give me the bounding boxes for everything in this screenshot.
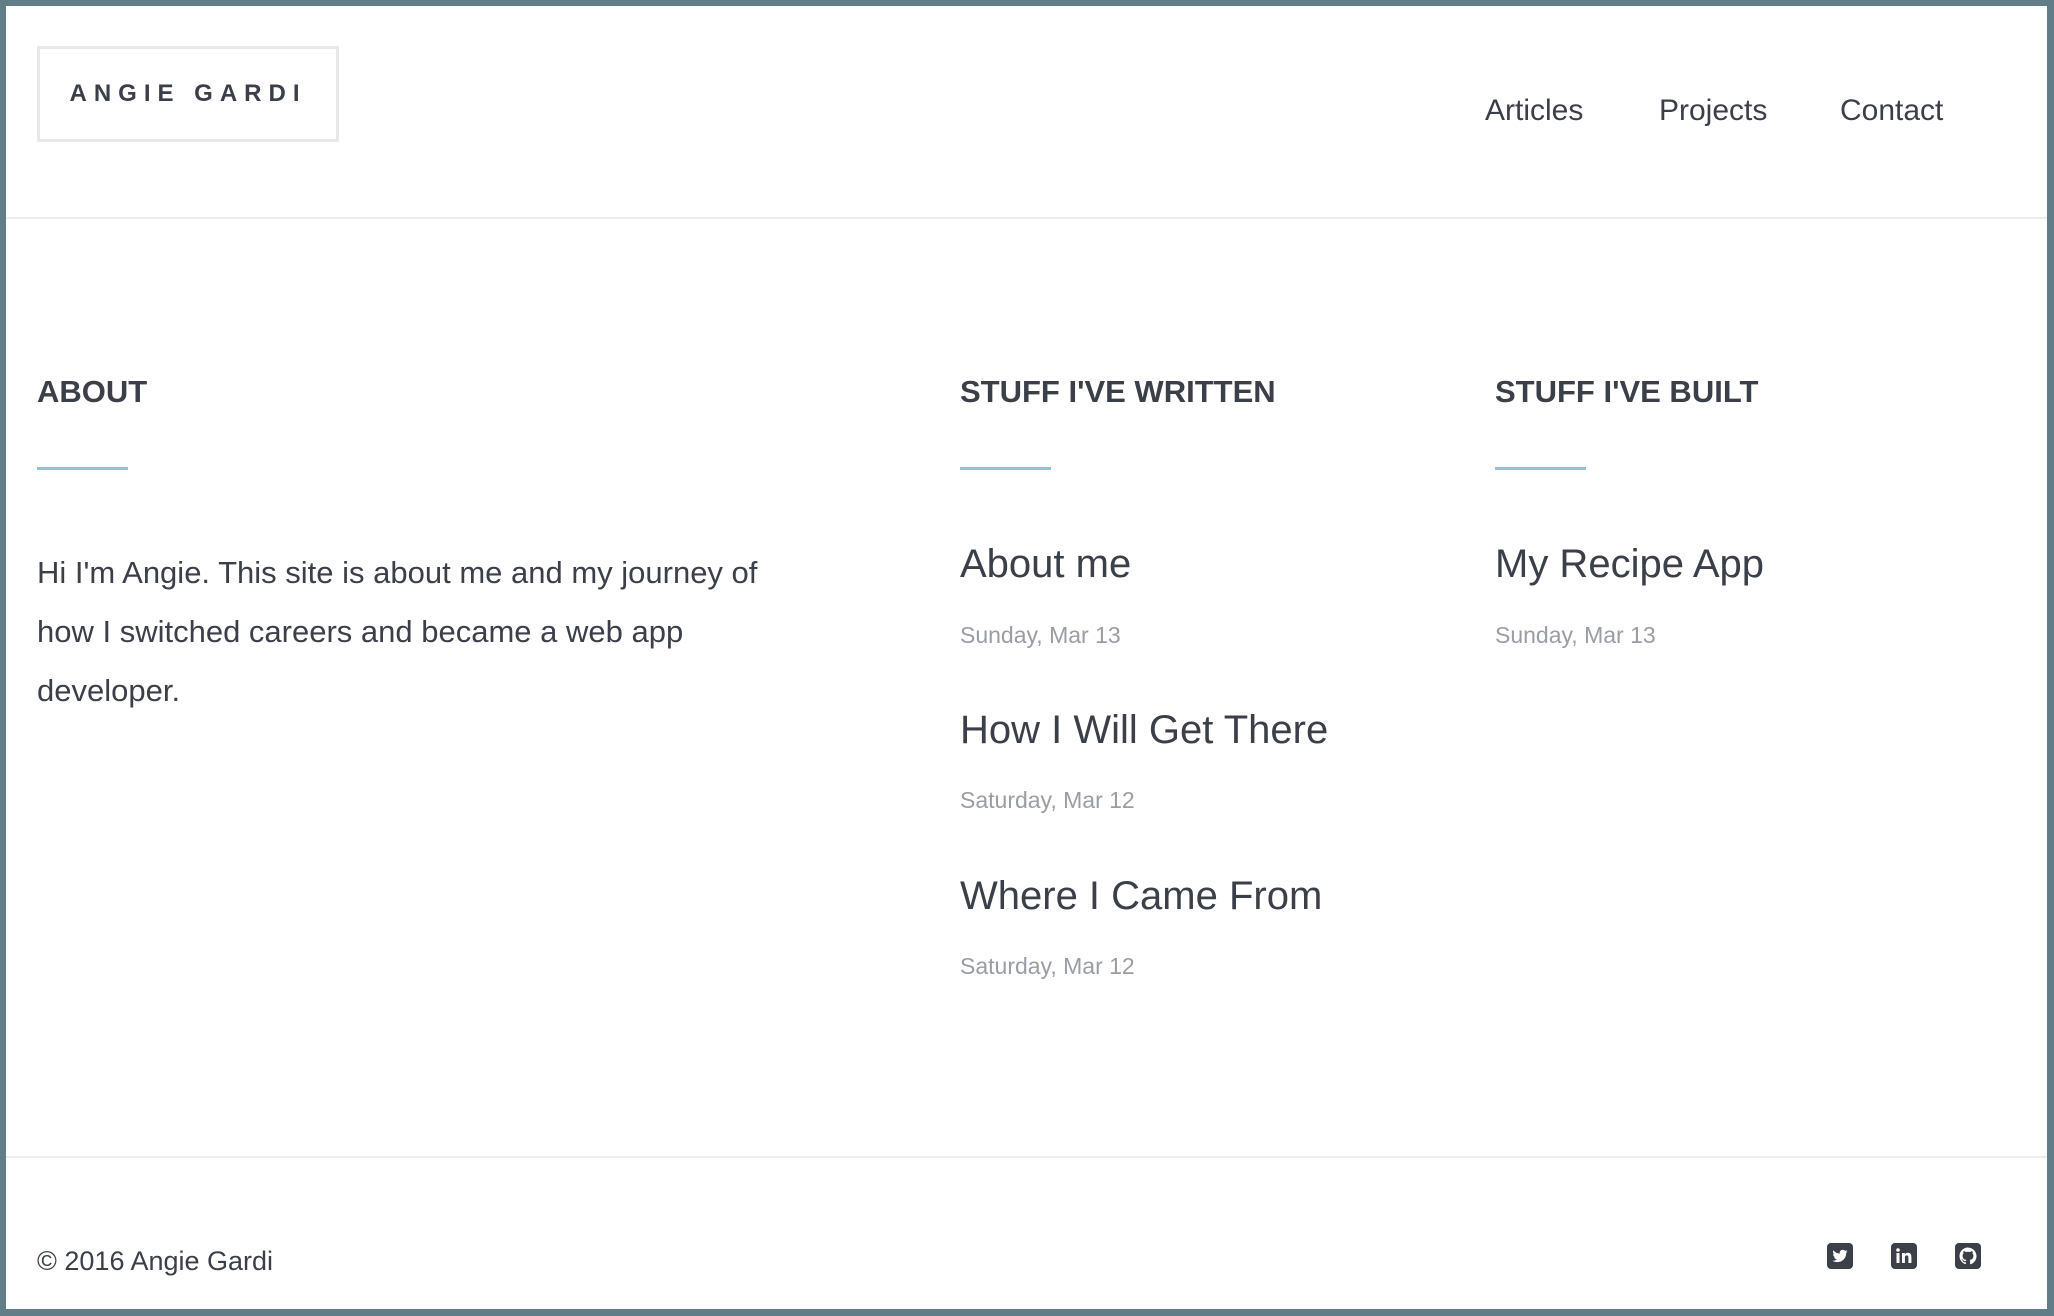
nav-contact[interactable]: Contact (1840, 94, 1943, 128)
written-heading: STUFF I'VE WRITTEN (960, 374, 1276, 409)
article-link[interactable]: About me (960, 542, 1131, 587)
built-heading: STUFF I'VE BUILT (1495, 374, 1759, 409)
built-divider (1495, 467, 1586, 470)
site-footer: © 2016 Angie Gardi (6, 1156, 2047, 1309)
article-link[interactable]: Where I Came From (960, 874, 1322, 919)
article-date: Sunday, Mar 13 (960, 622, 1121, 648)
twitter-icon[interactable] (1827, 1243, 1853, 1269)
written-divider (960, 467, 1051, 470)
project-date: Sunday, Mar 13 (1495, 622, 1656, 648)
page: ANGIE GARDI Articles Projects Contact AB… (6, 6, 2047, 1309)
article-date: Saturday, Mar 12 (960, 787, 1135, 813)
article-date: Saturday, Mar 12 (960, 953, 1135, 979)
nav-projects[interactable]: Projects (1659, 94, 1767, 128)
article-link[interactable]: How I Will Get There (960, 708, 1328, 753)
copyright-text: © 2016 Angie Gardi (37, 1246, 274, 1276)
nav-articles[interactable]: Articles (1485, 94, 1583, 128)
github-icon[interactable] (1955, 1243, 1981, 1269)
linkedin-icon[interactable] (1891, 1243, 1917, 1269)
about-text: Hi I'm Angie. This site is about me and … (37, 555, 758, 708)
main-nav: Articles Projects Contact (6, 94, 2047, 134)
site-header: ANGIE GARDI Articles Projects Contact (6, 6, 2047, 219)
project-link[interactable]: My Recipe App (1495, 542, 1764, 587)
about-divider (37, 467, 128, 470)
about-heading: ABOUT (37, 374, 148, 409)
